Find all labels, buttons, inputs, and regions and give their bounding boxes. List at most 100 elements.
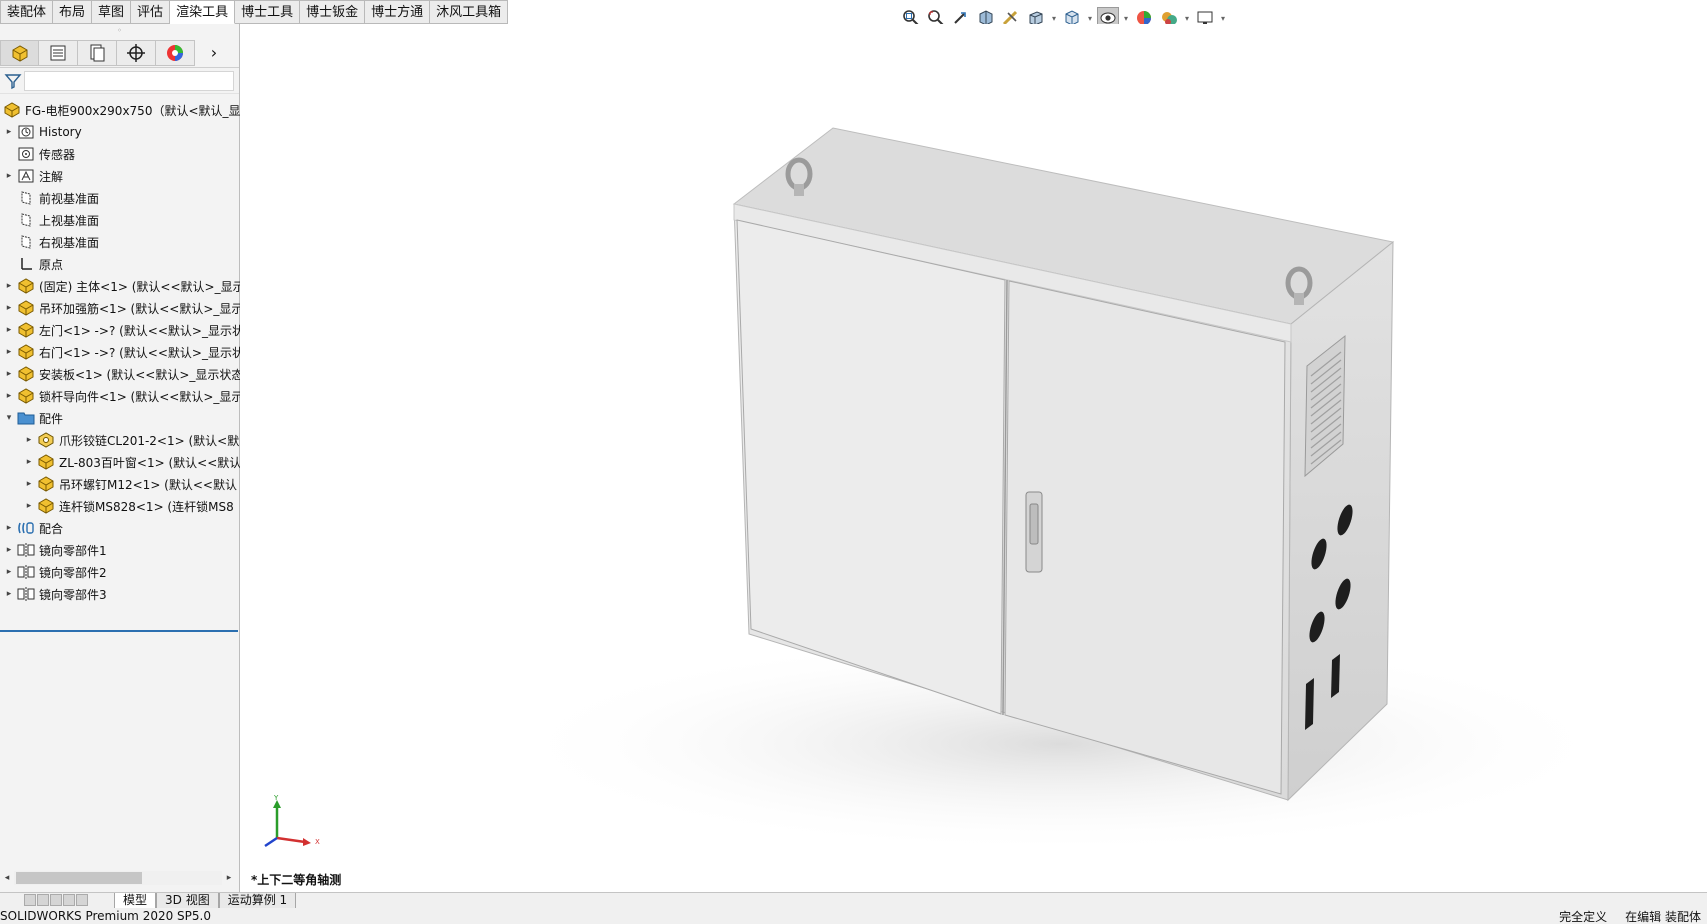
scroll-left-icon[interactable]: ◂ <box>0 873 14 883</box>
chevron-down-icon[interactable]: ▾ <box>1050 14 1058 23</box>
feature-tree: FG-电柜900x290x750（默认<默认_显示 ▸ History 传感器 ▸ 注解… <box>0 99 240 605</box>
tree-node[interactable]: ▸ 注解 <box>0 165 240 187</box>
tree-node[interactable]: ▸ (固定) 主体<1> (默认<<默认>_显示 <box>0 275 240 297</box>
assembly-icon <box>36 453 56 471</box>
graphics-area[interactable]: Y X *上下二等角轴测 <box>241 24 1707 892</box>
tree-node[interactable]: 上视基准面 <box>0 209 240 231</box>
tab-motion-study[interactable]: 运动算例 1 <box>218 892 297 909</box>
assembly-icon <box>16 321 36 339</box>
tree-node-label: 连杆锁MS828<1> (连杆锁MS8 <box>59 499 234 514</box>
tab-3d-view[interactable]: 3D 视图 <box>156 892 219 909</box>
chevron-down-icon[interactable]: ▾ <box>1219 14 1227 23</box>
expand-arrow-icon[interactable]: ▸ <box>2 567 16 577</box>
tab-render-tools[interactable]: 渲染工具 <box>170 0 236 24</box>
chevron-down-icon[interactable]: ▾ <box>1183 14 1191 23</box>
tab-boshi-tube[interactable]: 博士方通 <box>365 0 431 24</box>
assembly-icon <box>16 387 36 405</box>
tree-node[interactable]: 右视基准面 <box>0 231 240 253</box>
mirror-component-icon <box>16 585 36 603</box>
featuremanager-tab[interactable] <box>0 39 39 66</box>
assembly-icon <box>36 475 56 493</box>
tree-node-label: 原点 <box>39 257 64 272</box>
propertymanager-tab[interactable] <box>39 39 78 66</box>
dimxpert-tab[interactable] <box>117 39 156 66</box>
scroll-right-icon[interactable]: ▸ <box>222 873 236 883</box>
featuremanager-panel: ◦ › FG-电柜900x290x750（默认<默认_显示 ▸ History … <box>0 24 240 892</box>
scroll-thumb[interactable] <box>16 872 142 884</box>
tree-node-label: 吊环螺钉M12<1> (默认<<默认 <box>59 477 237 492</box>
tree-node[interactable]: ▸ 镜向零部件1 <box>0 539 240 561</box>
panel-horizontal-scrollbar[interactable]: ◂ ▸ <box>0 870 236 886</box>
display-manager-tab[interactable] <box>156 39 195 66</box>
view-orientation-name: *上下二等角轴测 <box>251 873 342 887</box>
assembly-icon <box>16 277 36 295</box>
tree-root-label: FG-电柜900x290x750（默认<默认_显示 <box>25 103 240 118</box>
tree-node-label: 爪形铰链CL201-2<1> (默认<默 <box>59 433 240 448</box>
tree-node[interactable]: ▸ 连杆锁MS828<1> (连杆锁MS8 <box>0 495 240 517</box>
rollback-bar[interactable] <box>0 630 238 632</box>
tree-node[interactable]: 传感器 <box>0 143 240 165</box>
tab-sketch[interactable]: 草图 <box>92 0 132 24</box>
tree-node[interactable]: ▸ ZL-803百叶窗<1> (默认<<默认 <box>0 451 240 473</box>
command-manager-tabs: 装配体 布局 草图 评估 渲染工具 博士工具 博士钣金 博士方通 沐风工具箱 <box>0 0 509 24</box>
filter-icon[interactable] <box>4 72 22 90</box>
tree-node-label: ZL-803百叶窗<1> (默认<<默认 <box>59 455 240 470</box>
cabinet-model[interactable] <box>241 24 1707 892</box>
tab-evaluate[interactable]: 评估 <box>131 0 171 24</box>
tab-boshi-sheetmetal[interactable]: 博士钣金 <box>300 0 366 24</box>
tab-assembly[interactable]: 装配体 <box>0 0 54 24</box>
tree-node[interactable]: ▸ 锁杆导向件<1> (默认<<默认>_显示 <box>0 385 240 407</box>
tab-model[interactable]: 模型 <box>114 892 157 909</box>
assembly-icon <box>36 497 56 515</box>
expand-arrow-icon[interactable]: ▸ <box>2 589 16 599</box>
tree-node[interactable]: ▾ 配件 <box>0 407 240 429</box>
expand-arrow-icon[interactable]: ▸ <box>2 523 16 533</box>
tree-node[interactable]: ▸ 吊环加强筋<1> (默认<<默认>_显示 <box>0 297 240 319</box>
door-handle-grip <box>1029 503 1039 545</box>
tree-node-label: 镜向零部件1 <box>39 543 107 558</box>
tree-node[interactable]: ▸ 右门<1> ->? (默认<<默认>_显示状 <box>0 341 240 363</box>
tab-navigation-buttons[interactable] <box>24 893 114 908</box>
tab-boshi-tools[interactable]: 博士工具 <box>235 0 301 24</box>
plane-icon <box>16 189 36 207</box>
scroll-track[interactable] <box>14 871 222 885</box>
tab-layout[interactable]: 布局 <box>53 0 93 24</box>
expand-arrow-icon[interactable]: ▸ <box>2 171 16 181</box>
tree-node[interactable]: ▸ 吊环螺钉M12<1> (默认<<默认 <box>0 473 240 495</box>
expand-arrow-icon[interactable]: ▸ <box>2 391 16 401</box>
expand-arrow-icon[interactable]: ▸ <box>22 457 36 467</box>
configurationmanager-icon <box>90 44 105 61</box>
filter-row <box>0 68 239 94</box>
expand-arrow-icon[interactable]: ▸ <box>22 501 36 511</box>
more-tabs-arrow-icon[interactable]: › <box>201 40 227 66</box>
tree-node[interactable]: 前视基准面 <box>0 187 240 209</box>
filter-input[interactable] <box>24 70 234 91</box>
tree-node[interactable]: ▸ 配合 <box>0 517 240 539</box>
right-door[interactable] <box>1004 280 1286 795</box>
chevron-down-icon[interactable]: ▾ <box>1122 14 1130 23</box>
tree-node[interactable]: 原点 <box>0 253 240 275</box>
tree-root[interactable]: FG-电柜900x290x750（默认<默认_显示 <box>0 99 240 121</box>
expand-arrow-icon[interactable]: ▸ <box>2 347 16 357</box>
collapse-arrow-icon[interactable]: ▾ <box>2 413 16 423</box>
expand-arrow-icon[interactable]: ▸ <box>2 369 16 379</box>
expand-arrow-icon[interactable]: ▸ <box>2 281 16 291</box>
expand-arrow-icon[interactable]: ▸ <box>2 545 16 555</box>
tab-mufeng-toolbox[interactable]: 沐风工具箱 <box>430 0 509 24</box>
expand-arrow-icon[interactable]: ▸ <box>22 435 36 445</box>
tree-node[interactable]: ▸ 镜向零部件3 <box>0 583 240 605</box>
tree-node[interactable]: ▸ 镜向零部件2 <box>0 561 240 583</box>
expand-arrow-icon[interactable]: ▸ <box>22 479 36 489</box>
propertymanager-icon <box>50 45 66 60</box>
expand-arrow-icon[interactable]: ▸ <box>2 325 16 335</box>
expand-arrow-icon[interactable]: ▸ <box>2 303 16 313</box>
configurationmanager-tab[interactable] <box>78 39 117 66</box>
tree-node[interactable]: ▸ 爪形铰链CL201-2<1> (默认<默 <box>0 429 240 451</box>
tree-node[interactable]: ▸ 安装板<1> (默认<<默认>_显示状态 <box>0 363 240 385</box>
expand-arrow-icon[interactable]: ▸ <box>2 127 16 137</box>
tree-node[interactable]: ▸ History <box>0 121 240 143</box>
tree-node-label: 注解 <box>39 169 64 184</box>
panel-grip[interactable]: ◦ <box>0 24 239 38</box>
tree-node[interactable]: ▸ 左门<1> ->? (默认<<默认>_显示状 <box>0 319 240 341</box>
chevron-down-icon[interactable]: ▾ <box>1086 14 1094 23</box>
